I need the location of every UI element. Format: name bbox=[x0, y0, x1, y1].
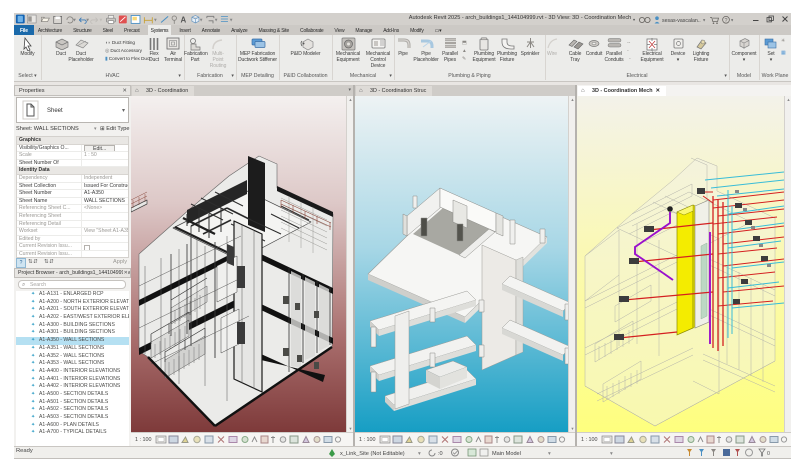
svg-text:▾: ▾ bbox=[731, 18, 734, 23]
svg-text::0: :0 bbox=[438, 451, 443, 457]
svg-text:Sheet: Sheet bbox=[47, 108, 63, 114]
svg-text:▾: ▾ bbox=[86, 18, 89, 24]
svg-text:x_Link_Site (Not Editable): x_Link_Site (Not Editable) bbox=[340, 451, 405, 457]
svg-text:▾: ▾ bbox=[99, 18, 102, 24]
svg-text:▾: ▾ bbox=[610, 451, 613, 457]
svg-text:▾: ▾ bbox=[122, 108, 125, 114]
svg-text:0: 0 bbox=[767, 451, 770, 457]
svg-text:•: • bbox=[633, 18, 635, 24]
svg-text:▾: ▾ bbox=[73, 18, 76, 24]
svg-text:▾: ▾ bbox=[418, 451, 421, 457]
svg-text:?: ? bbox=[725, 18, 728, 24]
svg-text:▾: ▾ bbox=[230, 18, 233, 24]
svg-text:A: A bbox=[180, 16, 186, 25]
svg-text:sesas-vascalan..: sesas-vascalan.. bbox=[662, 18, 701, 24]
svg-text:Main Model: Main Model bbox=[492, 451, 521, 457]
svg-text:▾: ▾ bbox=[703, 18, 706, 23]
svg-text:▾: ▾ bbox=[200, 18, 203, 24]
svg-text:▾: ▾ bbox=[154, 18, 157, 24]
svg-text:▾: ▾ bbox=[548, 451, 551, 457]
svg-text:▾: ▾ bbox=[215, 18, 218, 24]
